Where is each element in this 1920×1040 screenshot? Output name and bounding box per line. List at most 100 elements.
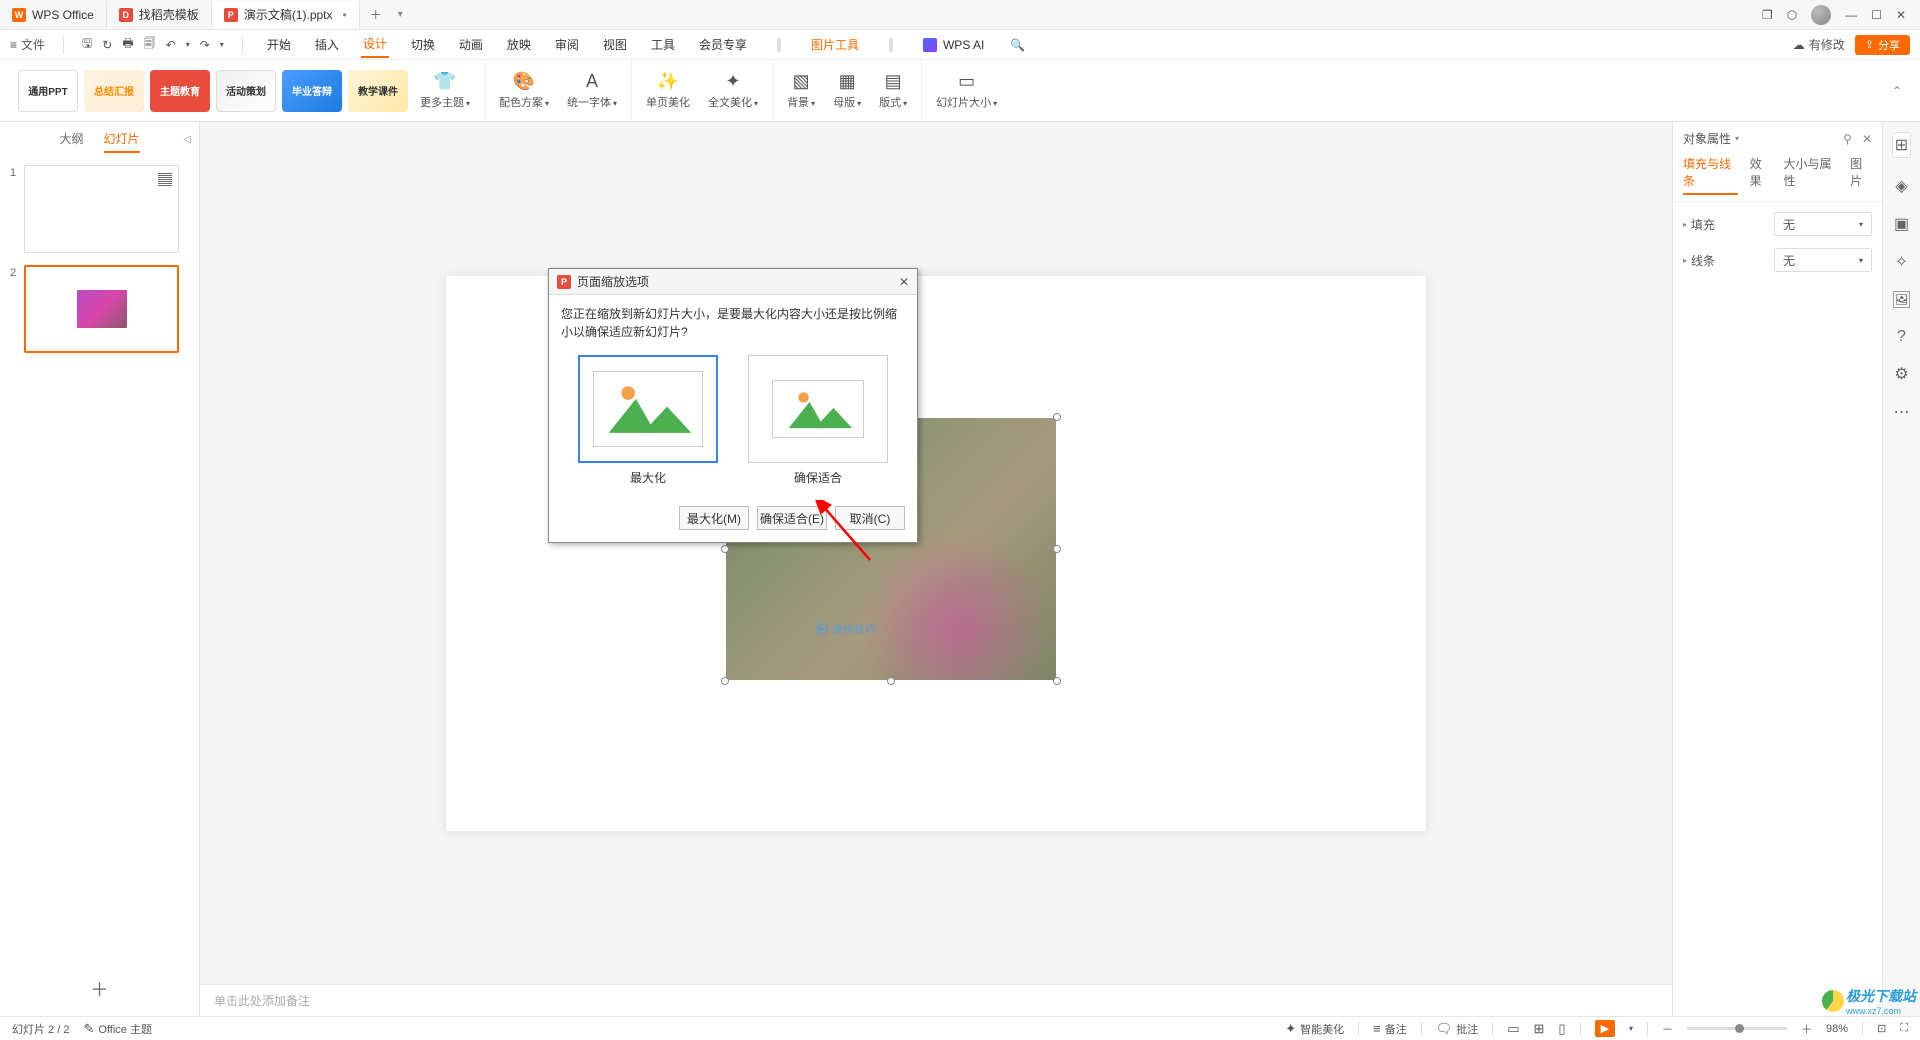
notes-toggle[interactable]: ≡备注 [1373,1021,1407,1037]
theme-card-summary[interactable]: 总结汇报 [84,70,144,112]
notes-input[interactable]: 单击此处添加备注 [200,984,1672,1016]
tab-design[interactable]: 设计 [361,31,389,58]
file-menu[interactable]: ≡ 文件 [10,36,45,53]
tab-current-document[interactable]: P 演示文稿(1).pptx • [212,1,360,29]
resize-handle[interactable] [1053,413,1061,421]
reading-view-icon[interactable]: ▯ [1558,1021,1565,1037]
print-icon[interactable]: 🖶 [122,34,133,55]
slides-tab[interactable]: 幻灯片 [104,130,140,153]
zoom-value[interactable]: 98% [1826,1023,1848,1035]
operation-tips-link[interactable]: ▶操作技巧 [816,621,876,637]
share-button[interactable]: ⇪分享 [1855,35,1910,55]
normal-view-icon[interactable]: ▭ [1507,1021,1519,1037]
theme-card-subject[interactable]: 主题教育 [150,70,210,112]
wps-ai-button[interactable]: WPS AI [921,30,988,60]
cloud-status-button[interactable]: ☁有修改 [1793,36,1845,53]
tab-insert[interactable]: 插入 [313,32,341,57]
slide-thumbnail[interactable]: 2 [10,265,189,353]
option-ensure-fit[interactable]: 确保适合 [748,355,888,486]
theme-card-general[interactable]: 通用PPT [18,70,78,112]
ensure-fit-button[interactable]: 确保适合(E) [757,506,827,530]
outline-tab[interactable]: 大纲 [59,130,83,153]
theme-card-graduation[interactable]: 毕业答辩 [282,70,342,112]
close-window-button[interactable]: ✕ [1896,8,1906,22]
tab-review[interactable]: 审阅 [553,32,581,57]
zoom-in-button[interactable]: ＋ [1801,1021,1812,1037]
maximize-button[interactable]: ☐ [1871,8,1882,22]
pin-panel-icon[interactable]: ⚲ [1843,132,1852,146]
copy-window-icon[interactable]: ❐ [1762,8,1773,22]
resize-handle[interactable] [1053,677,1061,685]
tab-list-dropdown[interactable]: ▾ [392,9,409,20]
fullscreen-button[interactable]: ⛶ [1900,1022,1908,1035]
option-maximize[interactable]: 最大化 [578,355,718,486]
fit-to-window-button[interactable]: ⊡ [1877,1022,1886,1035]
collapse-left-panel-icon[interactable]: ◁ [183,134,191,145]
cube-icon[interactable]: ⬡ [1787,8,1797,22]
slide-thumbnail[interactable]: 1 [10,165,189,253]
line-select[interactable]: 无▾ [1774,248,1872,272]
tab-fill-line[interactable]: 填充与线条 [1683,155,1738,195]
color-scheme-button[interactable]: 🎨配色方案▾ [493,67,555,114]
zoom-slider[interactable] [1687,1027,1787,1030]
user-avatar[interactable] [1811,5,1831,25]
tab-tools[interactable]: 工具 [649,32,677,57]
magic-icon[interactable]: ✧ [1895,252,1908,272]
resize-handle[interactable] [721,677,729,685]
image-tool-icon[interactable]: 🖼 [1891,290,1911,310]
layout-button[interactable]: ▤版式▾ [873,67,913,114]
diamond-icon[interactable]: ◈ [1895,176,1907,196]
slideshow-button[interactable]: ▶ [1595,1020,1615,1037]
theme-card-teaching[interactable]: 教学课件 [348,70,408,112]
more-icon[interactable]: ⋯ [1894,402,1910,422]
properties-pane-icon[interactable]: ⊞ [1892,132,1911,158]
sorter-view-icon[interactable]: ⊞ [1534,1021,1545,1037]
slide-master-button[interactable]: ▦母版▾ [827,67,867,114]
tab-slideshow[interactable]: 放映 [505,32,533,57]
collapse-ribbon-button[interactable]: ⌃ [1892,84,1902,98]
tab-transition[interactable]: 切换 [409,32,437,57]
tab-view[interactable]: 视图 [601,32,629,57]
slideshow-dropdown[interactable]: ▾ [1629,1024,1633,1033]
redo-button[interactable]: ↷ [200,38,210,52]
tab-size-props[interactable]: 大小与属性 [1784,155,1839,195]
settings-icon[interactable]: ⚙ [1894,364,1908,384]
background-button[interactable]: ▧背景▾ [781,67,821,114]
resize-handle[interactable] [1053,545,1061,553]
minimize-button[interactable]: — [1845,8,1857,22]
full-doc-beautify-button[interactable]: ✦全文美化▾ [702,67,764,114]
zoom-out-button[interactable]: － [1662,1021,1673,1037]
tab-docer-templates[interactable]: D 找稻壳模板 [107,1,212,29]
dialog-titlebar[interactable]: P 页面缩放选项 ✕ [549,269,917,295]
tab-picture[interactable]: 图片 [1850,155,1872,195]
smart-beautify-button[interactable]: ✦智能美化 [1285,1021,1344,1037]
single-page-beautify-button[interactable]: ✨单页美化 [640,67,696,114]
theme-indicator[interactable]: ✎Office 主题 [83,1021,152,1037]
tab-effects[interactable]: 效果 [1750,155,1772,195]
unify-font-button[interactable]: A统一字体▾ [561,67,623,114]
maximize-button[interactable]: 最大化(M) [679,506,749,530]
redo-dropdown[interactable]: ▾ [220,40,224,49]
tab-member[interactable]: 会员专享 [697,32,749,57]
new-tab-button[interactable]: ＋ [360,6,392,23]
close-panel-icon[interactable]: ✕ [1862,132,1872,146]
cloud-sync-icon[interactable]: ↻ [102,38,112,52]
print-preview-icon[interactable]: 🗐 [144,34,156,55]
tab-wps-office[interactable]: W WPS Office [0,1,107,29]
tab-start[interactable]: 开始 [265,32,293,57]
undo-button[interactable]: ↶ [166,38,176,52]
more-themes-button[interactable]: 👕更多主题▾ [414,67,476,114]
undo-dropdown[interactable]: ▾ [186,40,190,49]
cancel-button[interactable]: 取消(C) [835,506,905,530]
save-icon[interactable]: 🖫 [82,34,92,55]
theme-card-activity[interactable]: 活动策划 [216,70,276,112]
tab-image-tools[interactable]: 图片工具 [809,32,861,57]
tab-animation[interactable]: 动画 [457,32,485,57]
comments-toggle[interactable]: 🗨批注 [1436,1021,1479,1037]
slide-size-button[interactable]: ▭幻灯片大小▾ [930,67,1003,114]
layers-icon[interactable]: ▣ [1894,214,1909,234]
fill-select[interactable]: 无▾ [1774,212,1872,236]
search-icon[interactable]: 🔍 [1008,34,1027,56]
close-dialog-button[interactable]: ✕ [899,275,909,289]
resize-handle[interactable] [721,545,729,553]
